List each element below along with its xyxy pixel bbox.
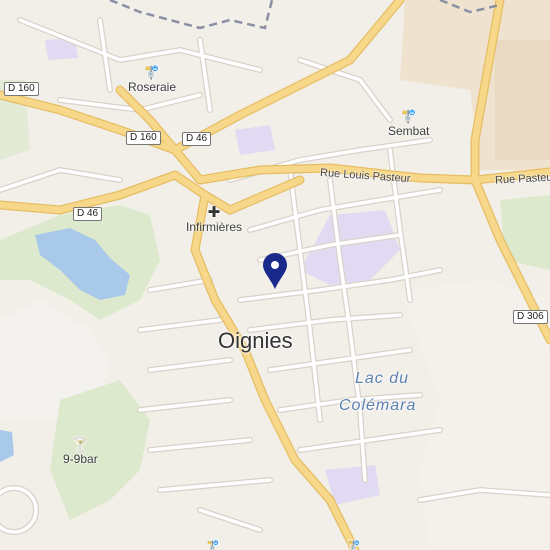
road-shield-d306: D 306	[513, 310, 548, 324]
cocktail-glass-icon: 🍸	[72, 437, 89, 452]
map-canvas[interactable]	[0, 0, 550, 550]
road-shield-d160-west: D 160	[4, 82, 39, 96]
poi-roseraie[interactable]: 🚏 Roseraie	[128, 65, 177, 95]
bus-stop-icon-south-west: 🚏	[206, 541, 220, 550]
poi-sembat[interactable]: 🚏 Sembat	[388, 109, 430, 139]
town-label: Oignies	[218, 328, 293, 353]
poi-bar[interactable]: 🍸 9-9bar	[63, 437, 98, 467]
lake-label-line1: Lac du	[355, 370, 410, 387]
poi-bar-label: 9-9bar	[63, 452, 98, 466]
road-shield-d46-west: D 46	[73, 207, 103, 221]
poi-roseraie-label: Roseraie	[128, 80, 177, 94]
poi-sembat-label: Sembat	[388, 124, 430, 138]
map-view[interactable]: Oignies Lac du Colémara 🚏 Roseraie 🚏 Sem…	[0, 0, 550, 550]
road-shield-d46-north: D 46	[182, 132, 212, 146]
bus-stop-icon: 🚏	[400, 109, 417, 124]
bus-stop-icon: 🚏	[143, 65, 161, 80]
commercial-building	[495, 40, 550, 160]
cross-icon: ✚	[207, 204, 221, 221]
school-area-north	[235, 125, 275, 155]
lake-label-line2: Colémara	[339, 397, 417, 414]
road-shield-d160-center: D 160	[126, 131, 161, 145]
bus-stop-icon-south-east: 🚏	[347, 541, 361, 550]
poi-infirmieres[interactable]: ✚ Infirmières	[186, 204, 243, 234]
poi-infirmieres-label: Infirmières	[186, 220, 243, 234]
